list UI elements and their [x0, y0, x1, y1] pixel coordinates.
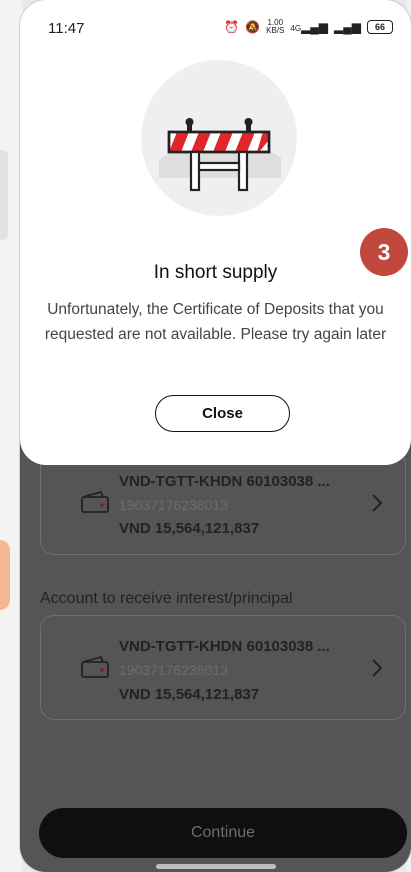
- network-speed: 1.00 KB/S: [266, 19, 284, 35]
- chevron-right-icon: [372, 659, 383, 677]
- status-bar: 11:47 ⏰ 🔕 1.00 KB/S 4G▂▄▆ ▂▄▆ 66: [20, 0, 411, 56]
- account-name: VND-TGTT-KHDN 60103038 ...: [119, 473, 330, 490]
- chevron-right-icon: [372, 494, 383, 512]
- wallet-icon: [81, 491, 109, 513]
- account-balance: VND 15,564,121,837: [119, 520, 260, 537]
- out-of-stock-dialog: 3 In short supply Unfortunately, the Cer…: [20, 0, 411, 465]
- background-tab: [0, 150, 8, 240]
- road-barrier-icon: [159, 118, 281, 192]
- network-speed-unit: KB/S: [266, 26, 285, 35]
- receive-account-card[interactable]: VND-TGTT-KHDN 60103038 ... 1903717623801…: [40, 615, 406, 720]
- source-account-card[interactable]: VND-TGTT-KHDN 60103038 ... 1903717623801…: [40, 450, 406, 555]
- status-icons: ⏰ 🔕 1.00 KB/S 4G▂▄▆ ▂▄▆ 66: [224, 19, 393, 35]
- home-indicator: [156, 864, 276, 869]
- signal-4g-icon: 4G▂▄▆: [290, 20, 329, 34]
- alarm-icon: ⏰: [224, 20, 240, 34]
- account-balance: VND 15,564,121,837: [119, 686, 260, 703]
- barrier-illustration: [141, 60, 297, 216]
- mute-icon: 🔕: [245, 20, 261, 34]
- close-button[interactable]: Close: [155, 395, 290, 432]
- dialog-message: Unfortunately, the Certificate of Deposi…: [44, 301, 387, 343]
- receive-account-label: Account to receive interest/principal: [40, 590, 293, 607]
- background-app-edge: [0, 0, 22, 872]
- status-time: 11:47: [48, 20, 85, 37]
- account-number: 19037176238013: [119, 662, 229, 678]
- continue-button[interactable]: Continue: [39, 808, 407, 858]
- signal-icon: ▂▄▆: [334, 20, 361, 34]
- wallet-icon: [81, 656, 109, 678]
- account-number: 19037176238013: [119, 497, 229, 513]
- dialog-title: In short supply: [153, 262, 278, 283]
- network-type: 4G: [290, 24, 302, 33]
- battery-icon: 66: [367, 20, 393, 34]
- phone-screen: 11:47 ⏰ 🔕 1.00 KB/S 4G▂▄▆ ▂▄▆ 66 VND-TGT…: [20, 0, 411, 872]
- background-accent: [0, 540, 10, 610]
- account-name: VND-TGTT-KHDN 60103038 ...: [119, 638, 330, 655]
